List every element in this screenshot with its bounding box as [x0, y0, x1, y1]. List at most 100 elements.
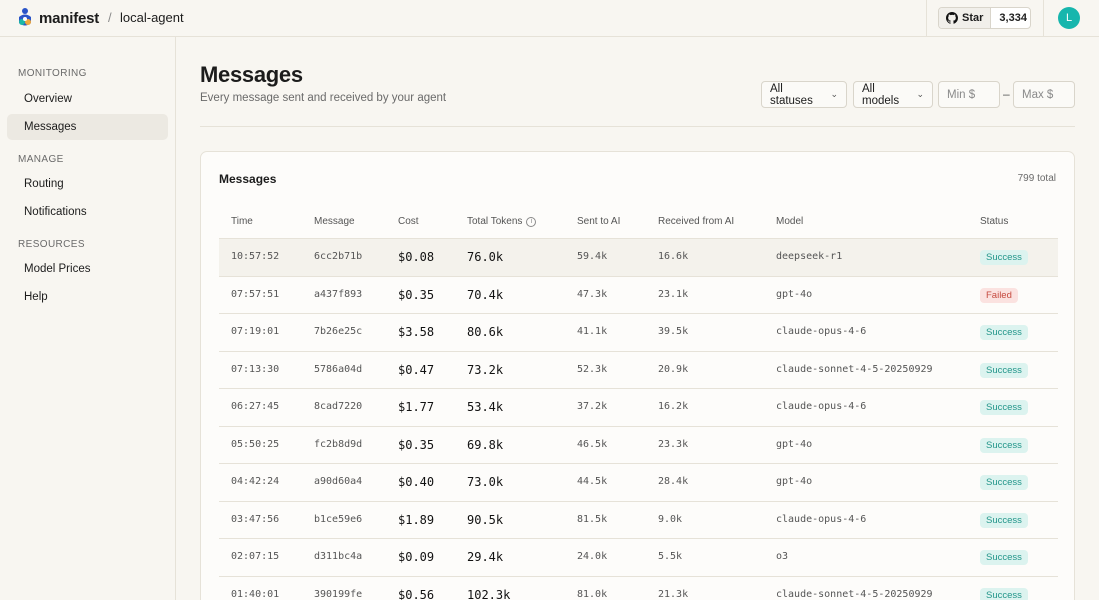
column-header-received[interactable]: Received from AI	[658, 216, 734, 227]
divider	[926, 0, 927, 37]
info-icon[interactable]: i	[526, 216, 537, 227]
divider	[1043, 0, 1044, 37]
brand-logo[interactable]: manifest	[16, 7, 99, 29]
max-cost-input[interactable]	[1022, 88, 1066, 101]
cell-model: claude-sonnet-4-5-20250929	[776, 588, 933, 600]
table-row[interactable]: 06:27:45 8cad7220 $1.77 53.4k 37.2k 16.2k clau…	[219, 388, 1058, 426]
cell-model: gpt-4o	[776, 476, 813, 487]
cell-sent: 81.5k	[577, 513, 608, 525]
column-header-cost[interactable]: Cost	[398, 216, 419, 227]
cell-message[interactable]: 8cad7220	[314, 401, 362, 412]
cell-time: 04:42:24	[231, 476, 280, 487]
user-avatar[interactable]: L	[1058, 7, 1080, 29]
total-count: 799 total	[1017, 173, 1056, 184]
breadcrumb-project[interactable]: local-agent	[120, 10, 184, 25]
github-star-button[interactable]: Star	[939, 8, 992, 28]
table-row[interactable]: 02:07:15 d311bc4a $0.09 29.4k 24.0k 5.5k o3 Suc…	[219, 538, 1058, 576]
cell-message[interactable]: 5786a04d	[314, 364, 362, 375]
cell-message[interactable]: d311bc4a	[314, 551, 362, 562]
sidebar-item-overview[interactable]: Overview	[7, 86, 168, 112]
status-badge: Success	[980, 250, 1028, 265]
status-badge: Success	[980, 400, 1028, 415]
card-title: Messages	[219, 172, 277, 186]
column-header-time[interactable]: Time	[231, 216, 253, 227]
cell-model: claude-opus-4-6	[776, 326, 867, 337]
sidebar-item-help[interactable]: Help	[7, 284, 168, 310]
table-row[interactable]: 04:42:24 a90d60a4 $0.40 73.0k 44.5k 28.4k gpt-…	[219, 463, 1058, 501]
sidebar-item-notifications[interactable]: Notifications	[7, 199, 168, 225]
cell-received: 5.5k	[658, 551, 683, 562]
cell-model: claude-opus-4-6	[776, 513, 867, 525]
cell-time: 06:27:45	[231, 401, 280, 412]
cell-tokens: 69.8k	[467, 437, 504, 452]
cell-cost: $0.56	[398, 587, 435, 600]
cell-sent: 24.0k	[577, 551, 608, 562]
cell-time: 05:50:25	[231, 438, 280, 450]
column-header-message[interactable]: Message	[314, 216, 355, 227]
cell-received: 28.4k	[658, 476, 689, 487]
cell-message[interactable]: 6cc2b71b	[314, 251, 362, 262]
cell-cost: $1.77	[398, 400, 435, 414]
sidebar: MONITORING Overview Messages MANAGE Rout…	[0, 37, 176, 600]
header-divider	[200, 126, 1075, 127]
column-header-total-tokens[interactable]: Total Tokens i	[467, 216, 537, 227]
cell-message[interactable]: fc2b8d9d	[314, 439, 362, 450]
page-title: Messages	[200, 62, 303, 87]
cell-sent: 81.0k	[577, 588, 608, 600]
max-cost-field[interactable]	[1013, 81, 1075, 108]
cell-cost: $0.08	[398, 250, 435, 264]
cell-message[interactable]: a90d60a4	[314, 476, 362, 487]
cell-received: 16.2k	[658, 401, 689, 412]
cell-received: 20.9k	[658, 363, 689, 375]
cell-cost: $0.35	[398, 287, 435, 302]
status-badge: Success	[980, 587, 1028, 600]
status-filter-select[interactable]: All statuses ⌄	[761, 81, 847, 108]
cell-model: claude-sonnet-4-5-20250929	[776, 363, 933, 375]
cell-received: 9.0k	[658, 513, 683, 525]
github-star-widget[interactable]: Star 3,334	[938, 7, 1031, 29]
chevron-down-icon: ⌄	[830, 89, 838, 99]
cell-tokens: 29.4k	[467, 550, 504, 564]
cell-sent: 37.2k	[577, 401, 608, 412]
manifest-logo-icon	[19, 8, 31, 26]
table-row[interactable]: 07:19:01 7b26e25c $3.58 80.6k 41.1k 39.5k clau…	[219, 313, 1058, 351]
cell-message[interactable]: a437f893	[314, 289, 362, 300]
cell-message[interactable]: 7b26e25c	[314, 326, 362, 337]
min-cost-input[interactable]	[947, 88, 991, 101]
column-header-model[interactable]: Model	[776, 216, 803, 227]
cell-tokens: 73.2k	[467, 362, 504, 377]
table-header: Time Message Cost Total Tokens i Sent to…	[219, 208, 1058, 238]
main-content: Messages Every message sent and received…	[176, 37, 1099, 600]
page-subtitle: Every message sent and received by your …	[200, 92, 447, 104]
model-filter-select[interactable]: All models ⌄	[853, 81, 933, 108]
column-header-status[interactable]: Status	[980, 216, 1008, 227]
sidebar-item-routing[interactable]: Routing	[7, 171, 168, 197]
min-cost-field[interactable]	[938, 81, 1000, 108]
messages-card: Messages 799 total Time Message Cost Tot…	[200, 151, 1075, 600]
table-row[interactable]: 07:57:51 a437f893 $0.35 70.4k 47.3k 23.1k gpt-…	[219, 275, 1058, 314]
status-badge: Failed	[980, 287, 1018, 303]
sidebar-item-model-prices[interactable]: Model Prices	[7, 256, 168, 282]
cell-sent: 59.4k	[577, 251, 608, 262]
cell-message[interactable]: 390199fe	[314, 589, 362, 600]
sidebar-item-messages[interactable]: Messages	[7, 114, 168, 140]
table-row[interactable]: 01:40:01 390199fe $0.56 102.3k 81.0k 21.3k cla…	[219, 575, 1058, 600]
cell-sent: 47.3k	[577, 288, 608, 300]
column-header-sent[interactable]: Sent to AI	[577, 216, 620, 227]
model-filter-value: All models	[862, 82, 900, 107]
table-row[interactable]: 03:47:56 b1ce59e6 $1.89 90.5k 81.5k 9.0k claud…	[219, 500, 1058, 539]
cell-model: claude-opus-4-6	[776, 401, 867, 412]
cell-time: 02:07:15	[231, 551, 280, 562]
cell-received: 39.5k	[658, 326, 689, 337]
table-row[interactable]: 05:50:25 fc2b8d9d $0.35 69.8k 46.5k 23.3k gpt-…	[219, 425, 1058, 464]
sidebar-section-manage: MANAGE	[18, 154, 64, 165]
breadcrumb-separator: /	[108, 10, 112, 25]
cell-cost: $3.58	[398, 325, 435, 339]
cell-time: 07:19:01	[231, 326, 280, 337]
cell-tokens: 73.0k	[467, 475, 504, 489]
cell-message[interactable]: b1ce59e6	[314, 514, 362, 525]
star-count[interactable]: 3,334	[991, 8, 1035, 28]
brand-name: manifest	[39, 9, 100, 27]
table-row[interactable]: 07:13:30 5786a04d $0.47 73.2k 52.3k 20.9k clau…	[219, 350, 1058, 389]
table-row[interactable]: 10:57:52 6cc2b71b $0.08 76.0k 59.4k 16.6k deep…	[219, 238, 1058, 276]
